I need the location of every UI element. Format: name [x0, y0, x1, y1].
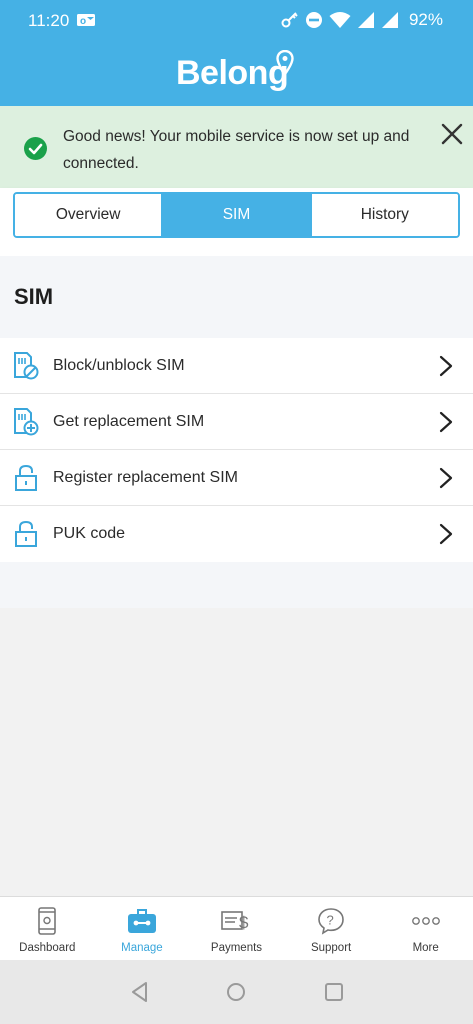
back-icon[interactable]: [128, 980, 152, 1004]
nav-support[interactable]: ? Support: [284, 897, 379, 960]
wifi-icon: [329, 12, 351, 28]
help-bubble-icon: ?: [318, 908, 344, 935]
list-item-label: Get replacement SIM: [53, 412, 205, 430]
svg-text:?: ?: [327, 913, 334, 928]
tab-history[interactable]: History: [309, 194, 458, 236]
status-bar: 11:20 o 92%: [0, 0, 473, 42]
tab-sim[interactable]: SIM: [161, 194, 310, 236]
logo-text: Belong: [176, 54, 289, 92]
location-pin-icon: [276, 50, 294, 76]
close-icon[interactable]: [440, 122, 464, 146]
recents-icon[interactable]: [322, 980, 346, 1004]
lock-icon: [15, 520, 37, 547]
list-item-register-replacement-sim[interactable]: Register replacement SIM: [0, 450, 473, 506]
bill-icon: $: [221, 911, 249, 932]
status-icons: 92%: [281, 10, 443, 30]
belong-logo: Belong: [176, 50, 298, 98]
tab-overview[interactable]: Overview: [15, 194, 162, 236]
list-item-label: Block/unblock SIM: [53, 356, 185, 374]
list-item-label: Register replacement SIM: [53, 468, 238, 486]
sim-options-list: Block/unblock SIM Get replacement SIM Re…: [0, 338, 473, 562]
chevron-right-icon: [439, 467, 453, 489]
svg-text:$: $: [239, 913, 249, 932]
do-not-disturb-icon: [305, 12, 322, 28]
nav-label: Manage: [121, 942, 163, 954]
sim-add-icon: [14, 408, 39, 436]
success-banner: Good news! Your mobile service is now se…: [0, 106, 473, 188]
signal-icon-2: [381, 12, 398, 28]
list-item-get-replacement-sim[interactable]: Get replacement SIM: [0, 394, 473, 450]
sim-block-icon: [14, 352, 39, 380]
outlook-notification-icon: o: [77, 14, 95, 27]
nav-more[interactable]: More: [378, 897, 473, 960]
chevron-right-icon: [439, 411, 453, 433]
system-navigation-bar: [0, 960, 473, 1024]
nav-label: Dashboard: [19, 942, 76, 954]
phone-icon: [38, 907, 57, 935]
list-item-block-unblock-sim[interactable]: Block/unblock SIM: [0, 338, 473, 394]
battery-percentage: 92%: [408, 10, 443, 29]
svg-text:o: o: [80, 16, 86, 27]
key-icon: [281, 12, 298, 28]
signal-icon: [357, 12, 374, 28]
nav-dashboard[interactable]: Dashboard: [0, 897, 95, 960]
banner-message: Good news! Your mobile service is now se…: [63, 128, 410, 172]
list-item-puk-code[interactable]: PUK code: [0, 506, 473, 562]
check-circle-icon: [24, 137, 47, 160]
status-time: 11:20: [28, 11, 70, 30]
app-header: 11:20 o 92% Belong: [0, 0, 473, 106]
nav-payments[interactable]: $ Payments: [189, 897, 284, 960]
lock-icon: [15, 464, 37, 491]
nav-label: More: [412, 942, 439, 954]
nav-label: Payments: [210, 942, 263, 954]
segmented-tabs: Overview SIM History: [13, 192, 460, 238]
tabs-container: Overview SIM History: [0, 188, 473, 256]
nav-manage[interactable]: Manage: [95, 897, 190, 960]
bottom-navigation: Dashboard Manage $ Payments ? Support Mo…: [0, 896, 473, 960]
more-dots-icon: [411, 917, 440, 925]
nav-label: Support: [310, 942, 352, 954]
toolbox-icon: [127, 909, 156, 933]
chevron-right-icon: [439, 355, 453, 377]
list-item-label: PUK code: [53, 525, 126, 542]
chevron-right-icon: [439, 523, 453, 545]
section-title: SIM: [14, 284, 54, 309]
home-icon[interactable]: [224, 980, 248, 1004]
